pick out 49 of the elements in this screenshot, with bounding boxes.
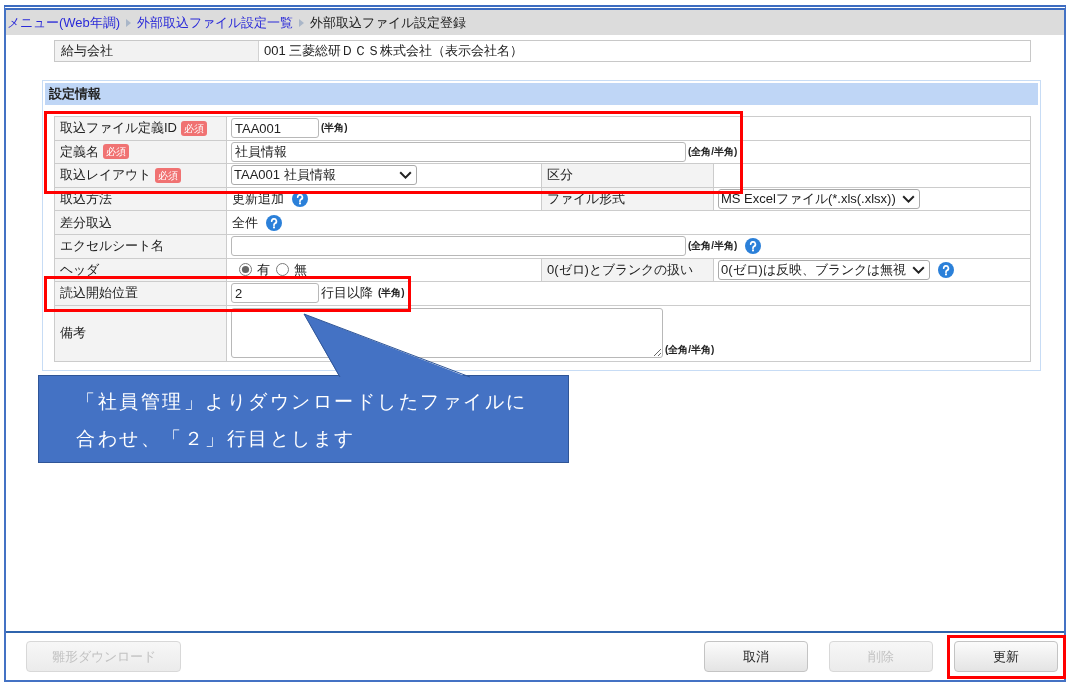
radio-icon[interactable] [276, 263, 289, 277]
input-hint: (半角) [321, 121, 348, 136]
text-input[interactable]: TAA001 [231, 118, 319, 139]
help-icon[interactable] [937, 261, 954, 278]
text-input[interactable]: 社員情報 [231, 141, 686, 162]
field-label: 取込レイアウト [60, 166, 151, 185]
field-label: ヘッダ [60, 260, 99, 279]
field-label: 取込ファイル定義ID [60, 119, 177, 138]
triangle-right-icon [126, 18, 132, 27]
dropdown[interactable]: MS Excelファイル(*.xls(.xlsx)) [718, 189, 920, 210]
radio-option[interactable]: 有 [239, 260, 270, 279]
dropdown[interactable]: TAA001 社員情報 [231, 165, 417, 186]
breadcrumb-current: 外部取込ファイル設定登録 [310, 13, 467, 32]
chevron-down-icon [911, 265, 925, 274]
section-title: 設定情報 [45, 83, 1038, 105]
breadcrumb-link[interactable]: メニュー(Web年調) [7, 13, 121, 32]
company-label: 給与会社 [55, 41, 259, 61]
action-button[interactable]: 取消 [704, 641, 808, 672]
text-input[interactable]: 2 [231, 283, 319, 304]
chevron-down-icon [901, 195, 915, 204]
field-label: 読込開始位置 [60, 284, 138, 303]
action-button[interactable]: 更新 [954, 641, 1058, 672]
help-icon[interactable] [292, 191, 308, 208]
required-badge: 必須 [155, 168, 181, 183]
input-hint: (全角/半角) [688, 239, 738, 254]
required-badge: 必須 [103, 144, 129, 160]
radio-icon[interactable] [239, 263, 252, 277]
field-label: 区分 [547, 166, 573, 185]
text-input[interactable] [231, 236, 686, 257]
field-label: 備考 [60, 323, 86, 342]
help-icon[interactable] [745, 238, 762, 255]
triangle-right-icon [299, 18, 305, 27]
field-label: 定義名 [60, 142, 99, 161]
help-icon[interactable] [266, 214, 282, 231]
input-hint: (全角/半角) [665, 342, 715, 357]
chevron-down-icon [399, 171, 412, 180]
input-hint: (半角) [378, 286, 405, 301]
breadcrumb-link[interactable]: 外部取込ファイル設定一覧 [137, 13, 294, 32]
radio-option[interactable]: 無 [276, 260, 307, 279]
field-label: 0(ゼロ)とブランクの扱い [547, 260, 693, 279]
field-label: エクセルシート名 [60, 237, 164, 256]
required-badge: 必須 [181, 120, 207, 136]
field-label: 差分取込 [60, 213, 112, 232]
company-name: 001 三菱総研ＤＣＳ株式会社（表示会社名） [263, 42, 525, 60]
callout-text: 「社員管理」よりダウンロードしたファイルに合わせ、「２」行目とします [76, 390, 529, 451]
input-hint: (全角/半角) [688, 144, 738, 159]
unit-label: 行目以降 [321, 284, 373, 303]
field-value: 全件 [232, 213, 258, 232]
dropdown[interactable]: 0(ゼロ)は反映、ブランクは無視 [718, 259, 930, 280]
